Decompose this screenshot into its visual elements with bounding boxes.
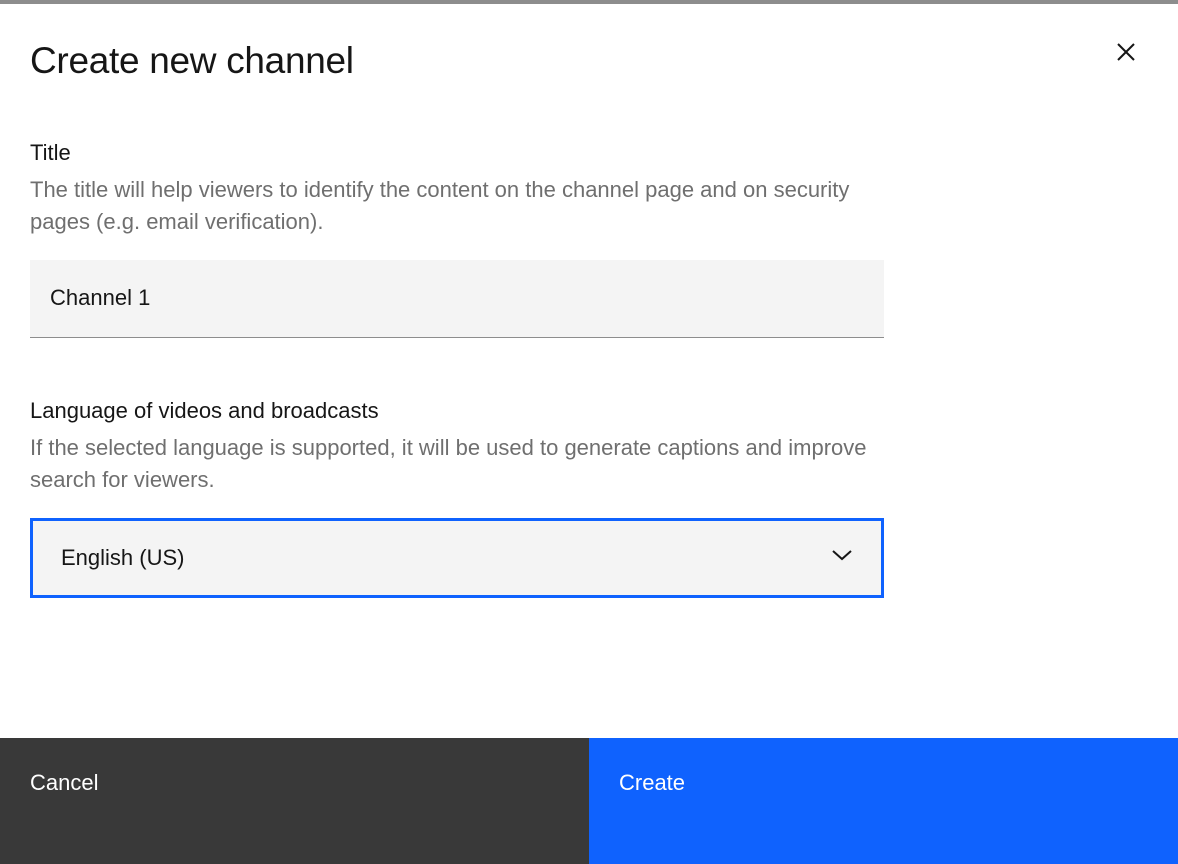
cancel-button[interactable]: Cancel [0, 738, 589, 864]
title-field-group: Title The title will help viewers to ide… [30, 140, 884, 338]
language-select[interactable]: English (US) [30, 518, 884, 598]
language-field-group: Language of videos and broadcasts If the… [30, 398, 884, 598]
close-button[interactable] [1106, 34, 1146, 74]
create-channel-modal: Create new channel Title The title will … [0, 4, 1178, 864]
close-icon [1114, 40, 1138, 69]
create-button[interactable]: Create [589, 738, 1178, 864]
title-label: Title [30, 140, 884, 166]
chevron-down-icon [831, 548, 853, 567]
title-help-text: The title will help viewers to identify … [30, 174, 884, 238]
cancel-button-label: Cancel [30, 770, 98, 796]
modal-content: Create new channel Title The title will … [0, 4, 1178, 598]
modal-title: Create new channel [30, 40, 1148, 82]
title-input[interactable] [30, 260, 884, 338]
create-button-label: Create [619, 770, 685, 796]
language-label: Language of videos and broadcasts [30, 398, 884, 424]
modal-footer: Cancel Create [0, 738, 1178, 864]
language-selected-value: English (US) [61, 545, 831, 571]
language-help-text: If the selected language is supported, i… [30, 432, 884, 496]
